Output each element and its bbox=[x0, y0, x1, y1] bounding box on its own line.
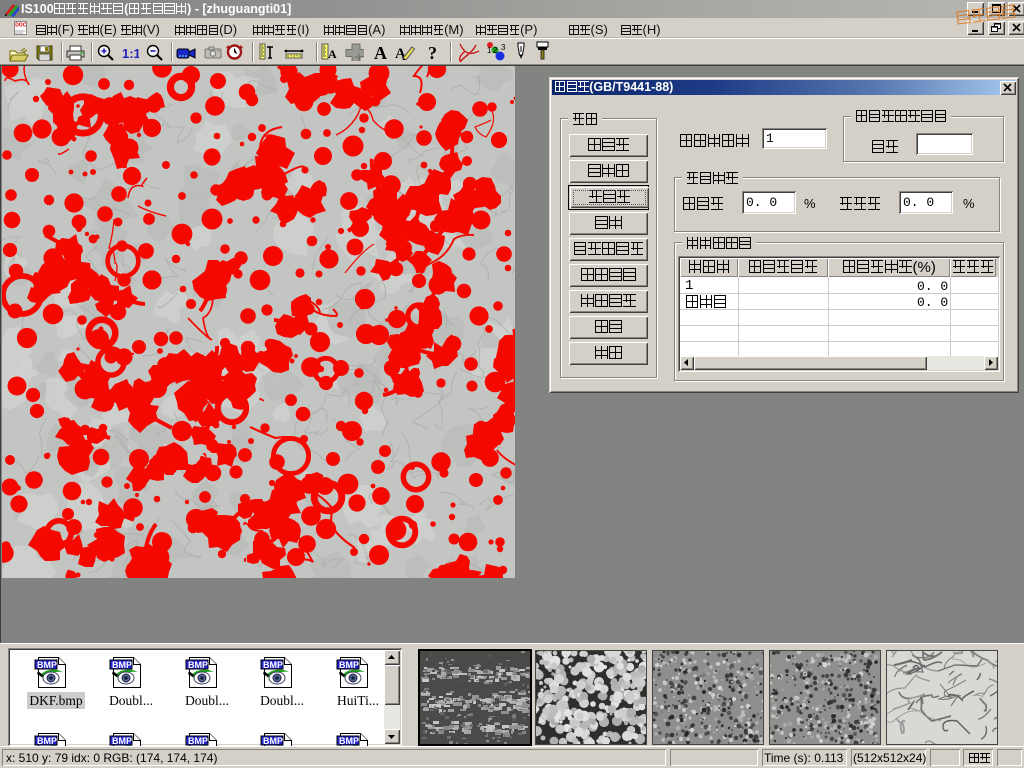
svg-text:BMP: BMP bbox=[112, 736, 132, 746]
svg-text:1:1: 1:1 bbox=[122, 46, 139, 60]
svg-text:BMP: BMP bbox=[339, 736, 359, 746]
svg-text:1: 1 bbox=[487, 46, 492, 55]
svg-text:2: 2 bbox=[493, 46, 498, 55]
svg-text:BMP: BMP bbox=[263, 660, 283, 670]
svg-text:BMP: BMP bbox=[263, 736, 283, 746]
svg-text:3: 3 bbox=[501, 43, 506, 52]
svg-text:BMP: BMP bbox=[37, 660, 57, 670]
svg-text:DOC: DOC bbox=[15, 23, 27, 29]
svg-text:BMP: BMP bbox=[188, 660, 208, 670]
svg-text:?: ? bbox=[428, 44, 437, 62]
svg-text:BMP: BMP bbox=[339, 660, 359, 670]
svg-text:BMP: BMP bbox=[37, 736, 57, 746]
svg-text:A: A bbox=[328, 47, 337, 60]
svg-text:BMP: BMP bbox=[112, 660, 132, 670]
svg-text:A: A bbox=[374, 44, 387, 62]
svg-text:BMP: BMP bbox=[188, 736, 208, 746]
